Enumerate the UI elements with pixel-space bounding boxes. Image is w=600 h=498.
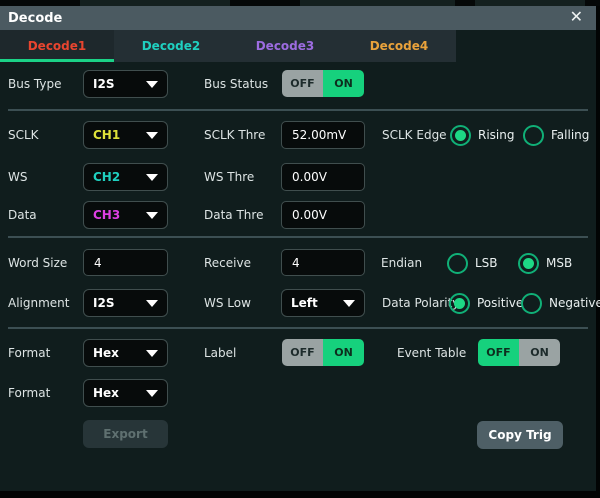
event-table-label: Event Table [397,346,466,360]
format-event-dropdown[interactable]: Hex [83,379,168,407]
ws-low-value: Left [291,296,318,310]
msb-label: MSB [546,256,572,270]
sclk-label: SCLK [8,128,39,142]
sclk-channel-dropdown[interactable]: CH1 [83,121,168,149]
radio-unselected-icon [447,253,468,274]
radio-selected-icon [518,253,539,274]
copy-trig-button[interactable]: Copy Trig [477,421,563,449]
chevron-down-icon [146,212,158,219]
endian-label: Endian [381,256,422,270]
sclk-threshold-input[interactable] [281,121,365,149]
label-toggle-label: Label [204,346,236,360]
negative-label: Negative [549,296,600,310]
export-button[interactable]: Export [83,420,168,448]
chevron-down-icon [146,390,158,397]
sclk-edge-rising-radio[interactable]: Rising [450,121,514,149]
sclk-channel-value: CH1 [93,128,120,142]
bus-status-label: Bus Status [204,77,268,91]
label-toggle[interactable]: OFF ON [282,339,364,366]
ws-label: WS [8,170,27,184]
word-size-input[interactable] [83,249,168,276]
tab-decode1[interactable]: Decode1 [0,30,114,62]
dialog-titlebar: Decode ✕ [0,6,596,30]
tab-bar: Decode1 Decode2 Decode3 Decode4 [0,30,456,62]
divider [8,236,588,238]
event-table-on[interactable]: ON [519,339,560,366]
event-table-toggle[interactable]: OFF ON [478,339,560,366]
alignment-value: I2S [93,296,114,310]
bus-type-value: I2S [93,77,114,91]
rising-label: Rising [478,128,514,142]
data-label: Data [8,208,37,222]
oscilloscope-screen: Decode ✕ Decode1 Decode2 Decode3 Decode4… [0,0,600,498]
word-size-label: Word Size [8,256,67,270]
data-polarity-positive-radio[interactable]: Positive [449,289,523,317]
decode-dialog: Decode ✕ Decode1 Decode2 Decode3 Decode4… [0,6,596,491]
chevron-down-icon [146,350,158,357]
dialog-title: Decode [0,11,62,26]
label-off[interactable]: OFF [282,339,323,366]
data-polarity-negative-radio[interactable]: Negative [521,289,600,317]
ws-channel-value: CH2 [93,170,120,184]
chevron-down-icon [146,300,158,307]
chevron-down-icon [146,132,158,139]
radio-selected-icon [450,125,471,146]
ws-low-dropdown[interactable]: Left [281,289,365,317]
tab-decode3[interactable]: Decode3 [228,30,342,62]
bus-type-dropdown[interactable]: I2S [83,70,168,98]
chevron-down-icon [146,174,158,181]
radio-selected-icon [449,293,470,314]
ws-low-label: WS Low [204,296,251,310]
bus-status-on[interactable]: ON [323,70,364,97]
data-channel-dropdown[interactable]: CH3 [83,201,168,229]
receive-label: Receive [204,256,251,270]
alignment-dropdown[interactable]: I2S [83,289,168,317]
ws-threshold-label: WS Thre [204,170,254,184]
receive-input[interactable] [281,249,365,276]
bus-status-toggle[interactable]: OFF ON [282,70,364,97]
format-bus-label: Format [8,346,50,360]
chevron-down-icon [146,81,158,88]
radio-unselected-icon [523,125,544,146]
sclk-threshold-label: SCLK Thre [204,128,265,142]
tab-decode2[interactable]: Decode2 [114,30,228,62]
lsb-label: LSB [475,256,498,270]
divider [8,109,588,111]
label-on[interactable]: ON [323,339,364,366]
data-polarity-label: Data Polarity [382,296,459,310]
ws-threshold-input[interactable] [281,163,365,191]
data-channel-value: CH3 [93,208,120,222]
format-event-value: Hex [93,386,119,400]
format-bus-value: Hex [93,346,119,360]
sclk-edge-label: SCLK Edge [382,128,447,142]
positive-label: Positive [477,296,523,310]
bus-status-off[interactable]: OFF [282,70,323,97]
radio-unselected-icon [521,293,542,314]
divider [8,327,588,329]
sclk-edge-falling-radio[interactable]: Falling [523,121,589,149]
format-bus-dropdown[interactable]: Hex [83,339,168,367]
event-table-off[interactable]: OFF [478,339,519,366]
data-threshold-input[interactable] [281,201,365,229]
format-event-label: Format [8,386,50,400]
chevron-down-icon [343,300,355,307]
falling-label: Falling [551,128,589,142]
endian-lsb-radio[interactable]: LSB [447,249,498,277]
close-icon[interactable]: ✕ [570,7,583,26]
data-threshold-label: Data Thre [204,208,263,222]
endian-msb-radio[interactable]: MSB [518,249,572,277]
bus-type-label: Bus Type [8,77,61,91]
ws-channel-dropdown[interactable]: CH2 [83,163,168,191]
alignment-label: Alignment [8,296,69,310]
tab-decode4[interactable]: Decode4 [342,30,456,62]
